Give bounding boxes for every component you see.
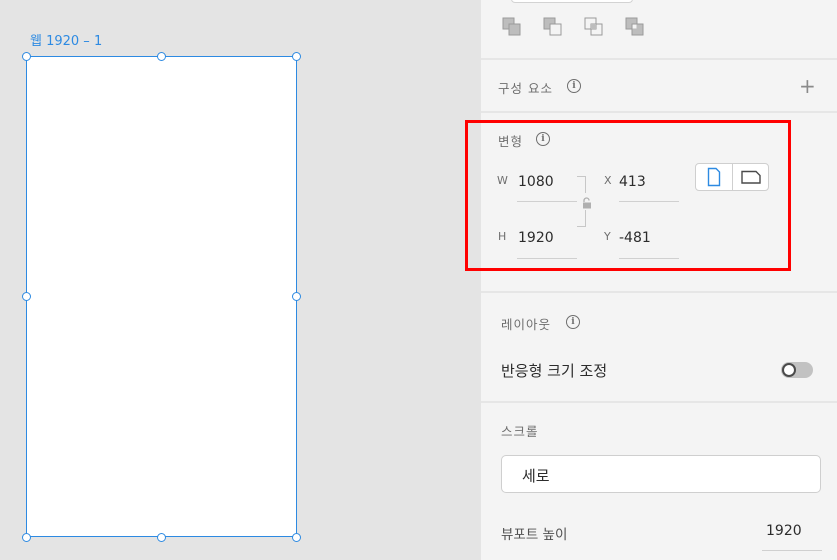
scroll-direction-select[interactable]: 세로	[501, 455, 821, 493]
resize-handle-bottom[interactable]	[157, 533, 166, 542]
responsive-resize-label: 반응형 크기 조정	[501, 362, 608, 380]
layout-label: 레이아웃	[501, 317, 552, 332]
boolean-add-icon[interactable]	[501, 16, 523, 38]
responsive-resize-toggle[interactable]	[781, 362, 813, 378]
transform-highlight-box	[465, 120, 791, 271]
divider	[481, 111, 837, 113]
boolean-exclude-icon[interactable]	[624, 16, 646, 38]
design-canvas[interactable]: 웹 1920 – 1	[0, 0, 481, 560]
boolean-intersect-icon[interactable]	[583, 16, 605, 38]
artboard-title[interactable]: 웹 1920 – 1	[30, 30, 102, 49]
resize-handle-left[interactable]	[22, 292, 31, 301]
scroll-direction-value: 세로	[522, 467, 550, 485]
toggle-knob	[782, 363, 796, 377]
components-label: 구성 요소	[498, 81, 553, 96]
scroll-label: 스크롤	[501, 424, 539, 439]
viewport-height-underline	[762, 550, 822, 551]
layout-info-icon[interactable]: i	[566, 315, 580, 329]
resize-handle-top-left[interactable]	[22, 52, 31, 61]
divider	[481, 291, 837, 293]
add-component-button[interactable]: +	[799, 76, 816, 96]
resize-handle-right[interactable]	[292, 292, 301, 301]
resize-handle-top[interactable]	[157, 52, 166, 61]
resize-handle-top-right[interactable]	[292, 52, 301, 61]
artboard[interactable]	[26, 56, 297, 537]
resize-handle-bottom-left[interactable]	[22, 533, 31, 542]
repeat-grid-button-edge[interactable]	[511, 0, 633, 3]
resize-handle-bottom-right[interactable]	[292, 533, 301, 542]
divider	[481, 58, 837, 60]
viewport-height-label: 뷰포트 높이	[501, 527, 568, 543]
divider	[481, 401, 837, 403]
viewport-height-input[interactable]: 1920	[766, 523, 802, 539]
boolean-subtract-icon[interactable]	[542, 16, 564, 38]
components-info-icon[interactable]: i	[567, 79, 581, 93]
